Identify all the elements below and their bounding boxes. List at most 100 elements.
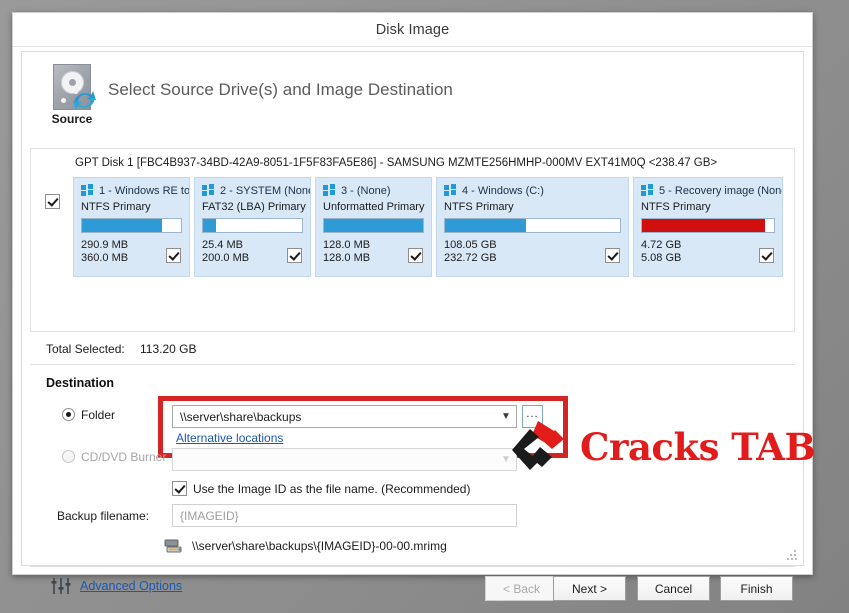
windows-flag-icon	[641, 184, 654, 197]
partition-item[interactable]: 2 - SYSTEM (None FAT32 (LBA) Primary 25.…	[194, 177, 311, 277]
partition-used: 108.05 GB	[444, 239, 497, 251]
partition-usage-bar	[444, 218, 621, 233]
total-selected-value: 113.20 GB	[140, 342, 197, 356]
partition-filesystem: NTFS Primary	[81, 201, 151, 213]
finish-button-label: Finish	[740, 581, 773, 596]
partition-checkbox[interactable]	[408, 248, 423, 268]
desktop-background: Disk Image Source Select Source Drive(s)…	[0, 0, 849, 613]
disk-select-checkbox[interactable]	[45, 194, 60, 214]
backup-filename-label: Backup filename:	[57, 509, 150, 523]
windows-flag-icon	[444, 184, 457, 197]
partition-usage-fill	[324, 219, 423, 232]
partition-checkbox[interactable]	[166, 248, 181, 268]
partition-usage-fill	[445, 219, 526, 232]
cd-dvd-radio-label: CD/DVD Burner	[81, 450, 167, 464]
partition-title-row: 5 - Recovery image (None	[641, 184, 782, 197]
partition-checkbox[interactable]	[605, 248, 620, 268]
partition-usage-bar	[81, 218, 182, 233]
partition-usage-fill	[82, 219, 163, 232]
disk-image-window: Disk Image Source Select Source Drive(s)…	[12, 12, 813, 601]
disk-source-icon	[53, 64, 96, 110]
cd-dvd-radio-row[interactable]: CD/DVD Burner	[62, 450, 166, 464]
partition-checkbox-box	[287, 248, 302, 263]
partition-sizes: 108.05 GB 232.72 GB	[444, 239, 621, 265]
partition-used: 4.72 GB	[641, 239, 682, 251]
folder-radio-label: Folder	[81, 408, 116, 422]
cancel-button[interactable]: Cancel	[637, 576, 710, 601]
advanced-options-link[interactable]: Advanced Options	[80, 579, 182, 593]
partition-title: 2 - SYSTEM (None	[220, 184, 311, 197]
windows-flag-icon	[81, 184, 94, 197]
disk-select-checkbox-box	[45, 194, 60, 209]
partition-checkbox[interactable]	[759, 248, 774, 268]
back-button-label: < Back	[502, 581, 541, 596]
folder-radio-button[interactable]	[62, 408, 75, 421]
cd-dvd-burner-combobox: ▼	[172, 448, 517, 471]
disk-description: GPT Disk 1 [FBC4B937-34BD-42A9-8051-1F5F…	[75, 157, 718, 169]
partition-title: 3 - (None)	[341, 184, 391, 197]
cd-dvd-radio-button[interactable]	[62, 450, 75, 463]
partition-title: 5 - Recovery image (None	[659, 184, 783, 197]
partition-title-row: 1 - Windows RE tool	[81, 184, 189, 197]
partition-filesystem: NTFS Primary	[444, 201, 514, 213]
partition-total: 5.08 GB	[641, 252, 682, 264]
source-icon-group: Source	[45, 64, 99, 126]
disk-dot-shape	[61, 98, 66, 103]
finish-button[interactable]: Finish	[720, 576, 793, 601]
window-titlebar: Disk Image	[13, 13, 812, 47]
total-selected-label: Total Selected:	[46, 342, 125, 356]
partition-checkbox-box	[408, 248, 423, 263]
partition-filesystem: FAT32 (LBA) Primary	[202, 201, 306, 213]
cancel-button-label: Cancel	[654, 581, 693, 596]
chevron-down-icon: ▼	[501, 454, 511, 465]
next-button[interactable]: Next >	[553, 576, 626, 601]
partition-total: 232.72 GB	[444, 252, 497, 264]
partition-filesystem: NTFS Primary	[641, 201, 711, 213]
partition-item[interactable]: 1 - Windows RE tool NTFS Primary 290.9 M…	[73, 177, 190, 277]
partition-item[interactable]: 5 - Recovery image (None NTFS Primary 4.…	[633, 177, 783, 277]
source-drive-panel: GPT Disk 1 [FBC4B937-34BD-42A9-8051-1F5F…	[30, 148, 795, 332]
advanced-options-group[interactable]: Advanced Options	[50, 576, 182, 596]
use-image-id-label: Use the Image ID as the file name. (Reco…	[193, 481, 471, 496]
wizard-header: Source Select Source Drive(s) and Image …	[22, 52, 803, 134]
resize-grip[interactable]	[787, 550, 797, 560]
backup-filename-value: {IMAGEID}	[180, 508, 239, 523]
use-image-id-row[interactable]: Use the Image ID as the file name. (Reco…	[172, 481, 470, 496]
divider	[30, 364, 795, 365]
windows-flag-icon	[202, 184, 215, 197]
window-title: Disk Image	[375, 21, 450, 38]
partition-item[interactable]: 3 - (None) Unformatted Primary 128.0 MB …	[315, 177, 432, 277]
partition-usage-bar	[323, 218, 424, 233]
network-drive-icon	[164, 539, 182, 553]
preview-path-text: \\server\share\backups\{IMAGEID}-00-00.m…	[192, 539, 447, 553]
back-button[interactable]: < Back	[485, 576, 558, 601]
partition-list: 1 - Windows RE tool NTFS Primary 290.9 M…	[73, 177, 785, 277]
partition-sizes: 4.72 GB 5.08 GB	[641, 239, 775, 265]
partition-usage-bar	[202, 218, 303, 233]
wizard-client-area: Source Select Source Drive(s) and Image …	[21, 51, 804, 601]
partition-title: 4 - Windows (C:)	[462, 184, 544, 197]
partition-checkbox-box	[605, 248, 620, 263]
partition-title-row: 2 - SYSTEM (None	[202, 184, 310, 197]
partition-filesystem: Unformatted Primary	[323, 201, 425, 213]
next-button-label: Next >	[571, 581, 607, 596]
partition-checkbox-box	[166, 248, 181, 263]
preview-path-row: \\server\share\backups\{IMAGEID}-00-00.m…	[164, 538, 447, 554]
backup-filename-input[interactable]: {IMAGEID}	[172, 504, 517, 527]
refresh-arrows-icon	[73, 91, 96, 110]
sliders-icon	[51, 578, 71, 594]
partition-usage-bar	[641, 218, 775, 233]
partition-title-row: 3 - (None)	[323, 184, 424, 197]
partition-title: 1 - Windows RE tool	[99, 184, 190, 197]
windows-flag-icon	[323, 184, 336, 197]
partition-usage-fill	[203, 219, 216, 232]
use-image-id-checkbox[interactable]	[172, 481, 187, 496]
partition-item[interactable]: 4 - Windows (C:) NTFS Primary 108.05 GB …	[436, 177, 629, 277]
partition-checkbox[interactable]	[287, 248, 302, 268]
partition-usage-fill	[642, 219, 765, 232]
page-title: Select Source Drive(s) and Image Destina…	[108, 80, 453, 99]
destination-section-title: Destination	[46, 376, 115, 390]
folder-radio-row[interactable]: Folder	[62, 408, 115, 422]
partition-title-row: 4 - Windows (C:)	[444, 184, 621, 197]
partition-checkbox-box	[759, 248, 774, 263]
